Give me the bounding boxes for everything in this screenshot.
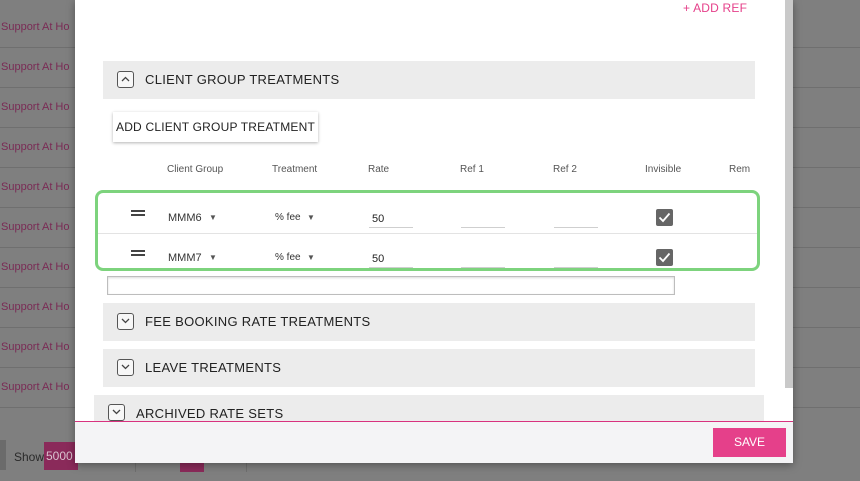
- treatment-select[interactable]: % fee: [275, 212, 301, 223]
- drag-handle-icon[interactable]: [131, 210, 145, 216]
- section-leave-treatments[interactable]: LEAVE TREATMENTS: [103, 349, 755, 387]
- chevron-up-icon: [121, 76, 130, 82]
- check-icon: [658, 212, 671, 223]
- chevron-down-icon: [121, 318, 130, 324]
- modal-scrollbar[interactable]: [785, 0, 793, 388]
- pagination-active-page: [180, 462, 204, 472]
- rate-input[interactable]: 50: [369, 210, 413, 228]
- section-title: FEE BOOKING RATE TREATMENTS: [145, 314, 371, 329]
- section-title: CLIENT GROUP TREATMENTS: [145, 72, 340, 87]
- collapse-toggle[interactable]: [117, 71, 134, 88]
- caret-down-icon[interactable]: ▼: [209, 253, 217, 262]
- empty-input-box[interactable]: [107, 276, 675, 295]
- caret-down-icon[interactable]: ▼: [307, 213, 315, 222]
- chevron-down-icon: [112, 409, 121, 415]
- ref1-input[interactable]: [461, 250, 505, 268]
- rate-input[interactable]: 50: [369, 250, 413, 268]
- expand-toggle[interactable]: [108, 404, 125, 421]
- page-size-select: 5000: [44, 442, 78, 470]
- column-header-ref1: Ref 1: [460, 164, 484, 175]
- page-size-control: Show 5000: [0, 440, 80, 472]
- table-row: MMM7 ▼ % fee ▼ 50: [98, 238, 757, 276]
- modal-scroll-area: + ADD REF CLIENT GROUP TREATMENTS ADD CL…: [75, 0, 793, 421]
- treatment-rows-highlight: MMM6 ▼ % fee ▼ 50 MMM7 ▼ % fee ▼ 50: [95, 190, 760, 271]
- expand-toggle[interactable]: [117, 359, 134, 376]
- save-button[interactable]: SAVE: [713, 428, 786, 457]
- invisible-checkbox[interactable]: [656, 209, 673, 226]
- section-title: ARCHIVED RATE SETS: [136, 406, 284, 421]
- column-header-client-group: Client Group: [167, 164, 224, 175]
- section-fee-booking-rate-treatments[interactable]: FEE BOOKING RATE TREATMENTS: [103, 303, 755, 341]
- caret-down-icon[interactable]: ▼: [307, 253, 315, 262]
- show-label: Show: [14, 450, 45, 464]
- drag-handle-icon[interactable]: [131, 250, 145, 256]
- caret-down-icon[interactable]: ▼: [209, 213, 217, 222]
- section-archived-rate-sets[interactable]: ARCHIVED RATE SETS: [94, 395, 764, 421]
- table-row: MMM6 ▼ % fee ▼ 50: [98, 196, 757, 234]
- column-header-invisible: Invisible: [645, 164, 682, 175]
- treatment-select[interactable]: % fee: [275, 252, 301, 263]
- ref2-input[interactable]: [554, 250, 598, 268]
- section-title: LEAVE TREATMENTS: [145, 360, 282, 375]
- column-header-remove: Rem: [729, 164, 751, 175]
- ref2-input[interactable]: [554, 210, 598, 228]
- rate-set-modal: + ADD REF CLIENT GROUP TREATMENTS ADD CL…: [75, 0, 793, 463]
- modal-footer: SAVE: [75, 421, 793, 463]
- chevron-down-icon: [121, 364, 130, 370]
- ref1-input[interactable]: [461, 210, 505, 228]
- column-header-treatment: Treatment: [272, 164, 318, 175]
- invisible-checkbox[interactable]: [656, 249, 673, 266]
- client-group-select[interactable]: MMM6: [168, 212, 202, 224]
- section-client-group-treatments[interactable]: CLIENT GROUP TREATMENTS: [103, 61, 755, 99]
- client-group-select[interactable]: MMM7: [168, 252, 202, 264]
- add-ref-link[interactable]: + ADD REF: [683, 1, 747, 15]
- add-client-group-treatment-button[interactable]: ADD CLIENT GROUP TREATMENT: [113, 112, 318, 142]
- column-header-ref2: Ref 2: [553, 164, 577, 175]
- column-header-rate: Rate: [368, 164, 390, 175]
- check-icon: [658, 252, 671, 263]
- expand-toggle[interactable]: [117, 313, 134, 330]
